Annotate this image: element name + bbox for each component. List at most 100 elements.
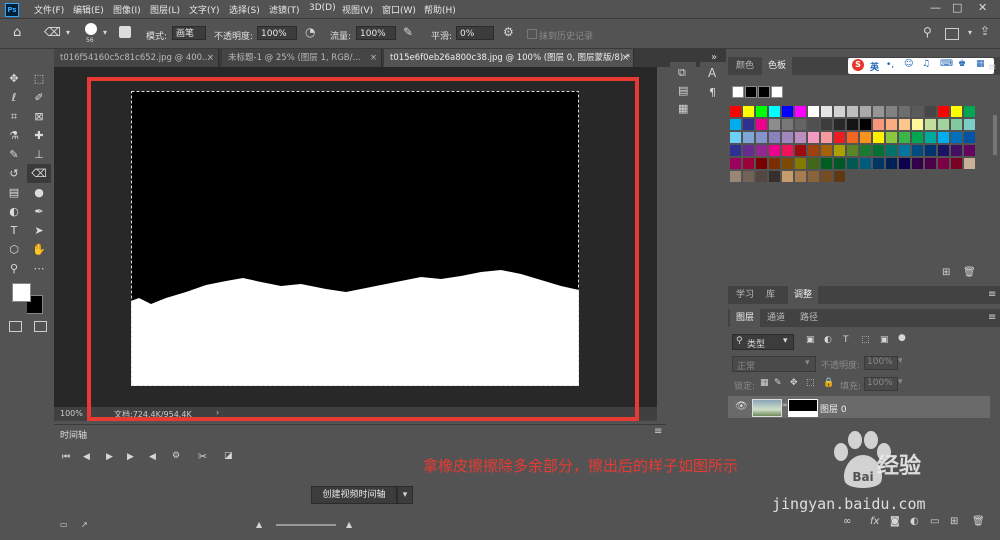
color-swatch[interactable] xyxy=(964,145,975,156)
smooth-input[interactable]: 0% xyxy=(456,26,494,40)
close-button[interactable]: ✕ xyxy=(978,1,987,14)
color-swatch[interactable] xyxy=(795,132,806,143)
lock-position-icon[interactable]: ✥ xyxy=(790,378,798,388)
color-swatch[interactable] xyxy=(964,132,975,143)
color-swatch[interactable] xyxy=(730,158,741,169)
color-swatch[interactable] xyxy=(873,132,884,143)
chevron-down-icon[interactable]: ▾ xyxy=(968,28,972,37)
brush-tool-icon[interactable]: ✎ xyxy=(2,145,26,164)
color-swatch[interactable] xyxy=(795,106,806,117)
history-checkbox[interactable] xyxy=(527,29,537,39)
color-swatch[interactable] xyxy=(938,132,949,143)
color-swatch[interactable] xyxy=(860,119,871,130)
color-swatch[interactable] xyxy=(782,119,793,130)
flow-input[interactable]: 100% xyxy=(356,26,396,40)
color-swatch[interactable] xyxy=(925,132,936,143)
share-icon[interactable]: ⇪ xyxy=(980,24,990,38)
new-swatch-icon[interactable]: ⊞ xyxy=(942,267,950,278)
menu-edit[interactable]: 编辑(E) xyxy=(73,3,104,16)
color-swatch[interactable] xyxy=(899,106,910,117)
color-swatch[interactable] xyxy=(769,158,780,169)
color-swatch[interactable] xyxy=(769,145,780,156)
minimize-button[interactable]: — xyxy=(930,1,941,14)
color-swatch[interactable] xyxy=(938,119,949,130)
color-swatch[interactable] xyxy=(886,119,897,130)
actions-icon[interactable]: ▤ xyxy=(678,84,688,97)
color-swatch[interactable] xyxy=(951,106,962,117)
color-swatch[interactable] xyxy=(769,171,780,182)
color-swatch[interactable] xyxy=(743,119,754,130)
color-swatch[interactable] xyxy=(808,106,819,117)
color-swatch[interactable] xyxy=(821,119,832,130)
menu-file[interactable]: 文件(F) xyxy=(34,3,64,16)
layer-row[interactable]: 👁 ∞ 图层 0 xyxy=(728,396,990,418)
color-swatch[interactable] xyxy=(782,171,793,182)
color-swatch[interactable] xyxy=(847,145,858,156)
color-swatch[interactable] xyxy=(756,132,767,143)
color-swatch[interactable] xyxy=(964,119,975,130)
menu-view[interactable]: 视图(V) xyxy=(342,3,373,16)
color-swatch[interactable] xyxy=(743,171,754,182)
color-swatch[interactable] xyxy=(730,171,741,182)
color-swatch[interactable] xyxy=(821,106,832,117)
recent-swatch[interactable] xyxy=(771,86,783,98)
prev-frame-icon[interactable]: ◀ xyxy=(83,452,90,462)
color-swatch[interactable] xyxy=(938,158,949,169)
color-swatch[interactable] xyxy=(769,106,780,117)
menu-type[interactable]: 文字(Y) xyxy=(189,3,220,16)
tab-libraries[interactable]: 库 xyxy=(760,286,781,304)
render-icon[interactable]: ↗ xyxy=(81,520,88,529)
panel-menu-icon[interactable]: ≡ xyxy=(988,62,996,73)
history-icon[interactable]: ⧉ xyxy=(678,66,686,80)
close-icon[interactable]: × xyxy=(622,49,629,67)
color-swatch[interactable] xyxy=(912,132,923,143)
quick-mask-icon[interactable] xyxy=(9,321,22,332)
shape-tool-icon[interactable]: ⬡ xyxy=(2,240,26,259)
lock-pixels-icon[interactable]: ✎ xyxy=(774,378,782,388)
color-swatch[interactable] xyxy=(886,158,897,169)
color-swatch[interactable] xyxy=(847,158,858,169)
create-timeline-button[interactable]: 创建视频时间轴 xyxy=(311,486,397,504)
zoom-out-icon[interactable]: ▲ xyxy=(256,520,262,529)
panel-menu-icon[interactable]: ≡ xyxy=(988,289,996,300)
lock-transparent-icon[interactable]: ▦ xyxy=(760,378,769,388)
color-swatch[interactable] xyxy=(899,158,910,169)
color-swatch[interactable] xyxy=(886,145,897,156)
color-swatch[interactable] xyxy=(795,171,806,182)
menu-layer[interactable]: 图层(L) xyxy=(150,3,180,16)
history-brush-tool-icon[interactable]: ↺ xyxy=(2,164,26,183)
blur-tool-icon[interactable]: ● xyxy=(27,183,51,202)
color-swatch[interactable] xyxy=(795,119,806,130)
pressure-opacity-icon[interactable]: ◔ xyxy=(305,25,315,39)
color-swatch[interactable] xyxy=(743,145,754,156)
color-swatch[interactable] xyxy=(847,119,858,130)
color-swatch[interactable] xyxy=(834,132,845,143)
layer-mask-thumbnail[interactable] xyxy=(788,399,818,417)
microphone-icon[interactable]: ♫ xyxy=(922,59,930,69)
gradient-tool-icon[interactable]: ▤ xyxy=(2,183,26,202)
healing-tool-icon[interactable]: ✚ xyxy=(27,126,51,145)
eraser-tool-icon[interactable]: ⌫ xyxy=(44,25,61,39)
color-swatch[interactable] xyxy=(886,106,897,117)
crop-tool-icon[interactable]: ⌗ xyxy=(2,107,26,126)
color-swatch[interactable] xyxy=(743,132,754,143)
layer-filter-select[interactable]: ⚲ 类型 ▾ xyxy=(732,334,794,350)
color-swatch[interactable] xyxy=(912,119,923,130)
color-swatch[interactable] xyxy=(782,106,793,117)
quick-select-tool-icon[interactable]: ✐ xyxy=(27,88,51,107)
zoom-slider[interactable] xyxy=(276,524,336,526)
color-swatch[interactable] xyxy=(743,106,754,117)
color-swatch[interactable] xyxy=(899,119,910,130)
play-icon[interactable]: ▶ xyxy=(106,452,113,462)
tab-learn[interactable]: 学习 xyxy=(730,286,760,304)
tab-document-2[interactable]: 未标题-1 @ 25% (图层 1, RGB/... × xyxy=(222,49,382,67)
type-tool-icon[interactable]: T xyxy=(2,221,26,240)
link-icon[interactable]: ∞ xyxy=(782,401,788,409)
close-icon[interactable]: × xyxy=(207,49,214,67)
pen-tool-icon[interactable]: ✒ xyxy=(27,202,51,221)
fill-input[interactable]: 100% xyxy=(864,377,898,391)
color-swatch[interactable] xyxy=(730,106,741,117)
color-swatch[interactable] xyxy=(938,106,949,117)
color-swatch[interactable] xyxy=(951,158,962,169)
move-tool-icon[interactable]: ✥ xyxy=(2,69,26,88)
